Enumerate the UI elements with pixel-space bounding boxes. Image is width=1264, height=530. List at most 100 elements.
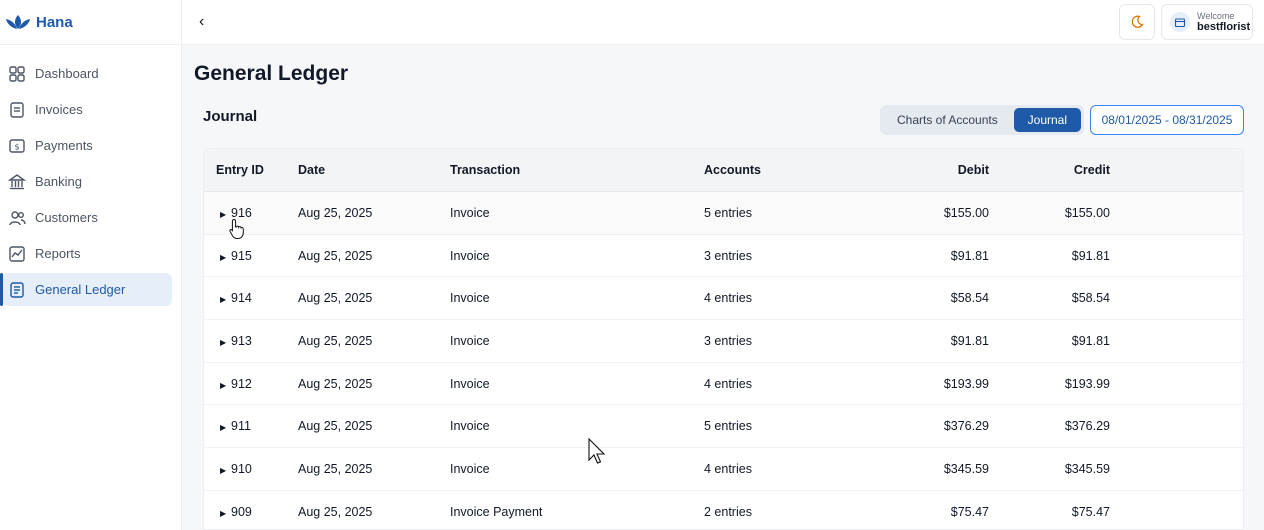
arrow-cursor-icon	[588, 438, 606, 464]
top-bar: ‹ Welcome bestflorist	[182, 0, 1264, 45]
sidebar-item-dashboard[interactable]: Dashboard	[2, 57, 172, 90]
sidebar-item-label: Customers	[35, 210, 98, 225]
credit-cell: $345.59	[1064, 461, 1110, 476]
accounts-cell: 5 entries	[704, 205, 752, 220]
sidebar-item-customers[interactable]: Customers	[2, 201, 172, 234]
bank-icon	[8, 173, 26, 191]
debit-cell: $193.99	[943, 376, 989, 391]
expand-caret-icon[interactable]: ▶	[220, 509, 231, 518]
debit-cell: $155.00	[943, 205, 989, 220]
sidebar-item-invoices[interactable]: Invoices	[2, 93, 172, 126]
sidebar-item-payments[interactable]: $ Payments	[2, 129, 172, 162]
credit-cell: $376.29	[1064, 419, 1110, 434]
date-cell: Aug 25, 2025	[298, 376, 373, 391]
date-cell: Aug 25, 2025	[298, 461, 373, 476]
welcome-label: Welcome	[1197, 10, 1235, 21]
moon-icon	[1131, 15, 1144, 28]
table-row[interactable]: ▶ 916 Aug 25, 2025 Invoice 5 entries $155…	[204, 192, 1243, 235]
sidebar-item-label: Payments	[35, 138, 93, 153]
tab-charts-of-accounts[interactable]: Charts of Accounts	[883, 108, 1012, 132]
expand-caret-icon[interactable]: ▶	[220, 295, 231, 304]
transaction-cell: Invoice	[450, 461, 490, 476]
reports-icon	[8, 245, 26, 263]
credit-cell: $91.81	[1071, 333, 1110, 348]
back-button[interactable]: ‹	[199, 13, 213, 31]
table-row[interactable]: ▶ 911 Aug 25, 2025 Invoice 5 entries $376…	[204, 405, 1243, 449]
app-name: Hana	[36, 13, 73, 31]
expand-caret-icon[interactable]: ▶	[220, 423, 231, 432]
debit-cell: $58.54	[950, 291, 989, 306]
table-row[interactable]: ▶ 912 Aug 25, 2025 Invoice 4 entries $193…	[204, 363, 1243, 406]
entry-id-cell: ▶ 916	[204, 206, 298, 220]
date-cell: Aug 25, 2025	[298, 419, 373, 434]
journal-table: Entry ID Date Transaction Accounts Debit…	[203, 148, 1244, 530]
table-row[interactable]: ▶ 913 Aug 25, 2025 Invoice 3 entries $91.…	[204, 320, 1243, 363]
column-credit[interactable]: Credit	[989, 163, 1110, 177]
entry-id-cell: ▶ 914	[204, 291, 298, 305]
username: bestflorist	[1197, 20, 1251, 33]
date-range-button[interactable]: 08/01/2025 - 08/31/2025	[1090, 105, 1244, 135]
accounts-cell: 4 entries	[704, 461, 752, 476]
sidebar-item-label: Dashboard	[35, 66, 99, 81]
entry-id: 913	[231, 333, 252, 348]
entry-id-cell: ▶ 910	[204, 462, 298, 476]
column-accounts[interactable]: Accounts	[704, 163, 854, 177]
table-row[interactable]: ▶ 909 Aug 25, 2025 Invoice Payment 2 entr…	[204, 491, 1243, 529]
accounts-cell: 2 entries	[704, 504, 752, 519]
date-cell: Aug 25, 2025	[298, 504, 373, 519]
sidebar: Hana Dashboard Invoices $ Payments Banki…	[0, 0, 182, 530]
invoice-icon	[8, 101, 26, 119]
app-logo[interactable]: Hana	[0, 0, 181, 45]
entry-id: 912	[231, 376, 252, 391]
table-row[interactable]: ▶ 910 Aug 25, 2025 Invoice 4 entries $345…	[204, 448, 1243, 491]
entry-id-cell: ▶ 909	[204, 505, 298, 519]
accounts-cell: 3 entries	[704, 248, 752, 263]
user-text: Welcome bestflorist	[1197, 11, 1250, 34]
accounts-cell: 4 entries	[704, 291, 752, 306]
sidebar-item-label: General Ledger	[35, 282, 126, 297]
debit-cell: $376.29	[943, 419, 989, 434]
table-header: Entry ID Date Transaction Accounts Debit…	[204, 149, 1243, 192]
transaction-cell: Invoice	[450, 419, 490, 434]
table-row[interactable]: ▶ 915 Aug 25, 2025 Invoice 3 entries $91.…	[204, 235, 1243, 278]
sidebar-nav: Dashboard Invoices $ Payments Banking Cu…	[0, 45, 181, 306]
entry-id-cell: ▶ 915	[204, 249, 298, 263]
transaction-cell: Invoice	[450, 333, 490, 348]
expand-caret-icon[interactable]: ▶	[220, 381, 231, 390]
hand-cursor-icon	[229, 218, 244, 239]
date-cell: Aug 25, 2025	[298, 291, 373, 306]
credit-cell: $75.47	[1071, 504, 1110, 519]
expand-caret-icon[interactable]: ▶	[220, 253, 231, 262]
entry-id-cell: ▶ 913	[204, 334, 298, 348]
sidebar-item-label: Banking	[35, 174, 82, 189]
table-body: ▶ 916 Aug 25, 2025 Invoice 5 entries $155…	[204, 192, 1243, 529]
view-toggle: Charts of Accounts Journal	[880, 105, 1084, 135]
column-date[interactable]: Date	[298, 163, 450, 177]
theme-toggle-button[interactable]	[1119, 4, 1155, 40]
sidebar-item-banking[interactable]: Banking	[2, 165, 172, 198]
debit-cell: $345.59	[943, 461, 989, 476]
entry-id: 911	[231, 419, 251, 434]
debit-cell: $91.81	[950, 248, 989, 263]
svg-text:$: $	[14, 142, 19, 151]
accounts-cell: 4 entries	[704, 376, 752, 391]
column-debit[interactable]: Debit	[854, 163, 989, 177]
credit-cell: $58.54	[1071, 291, 1110, 306]
entry-id: 914	[231, 291, 252, 306]
user-menu[interactable]: Welcome bestflorist	[1161, 4, 1253, 40]
credit-cell: $155.00	[1064, 205, 1110, 220]
transaction-cell: Invoice	[450, 376, 490, 391]
sidebar-item-reports[interactable]: Reports	[2, 237, 172, 270]
sidebar-item-general-ledger[interactable]: General Ledger	[0, 273, 172, 306]
column-entry-id[interactable]: Entry ID	[204, 163, 298, 177]
entry-id: 909	[231, 504, 252, 519]
accounts-cell: 5 entries	[704, 419, 752, 434]
column-transaction[interactable]: Transaction	[450, 163, 704, 177]
store-icon	[1174, 18, 1186, 28]
table-row[interactable]: ▶ 914 Aug 25, 2025 Invoice 4 entries $58.…	[204, 277, 1243, 321]
tab-journal[interactable]: Journal	[1013, 108, 1081, 132]
expand-caret-icon[interactable]: ▶	[220, 466, 231, 475]
sidebar-item-label: Reports	[35, 246, 81, 261]
lotus-logo-icon	[6, 15, 30, 29]
expand-caret-icon[interactable]: ▶	[220, 338, 231, 347]
